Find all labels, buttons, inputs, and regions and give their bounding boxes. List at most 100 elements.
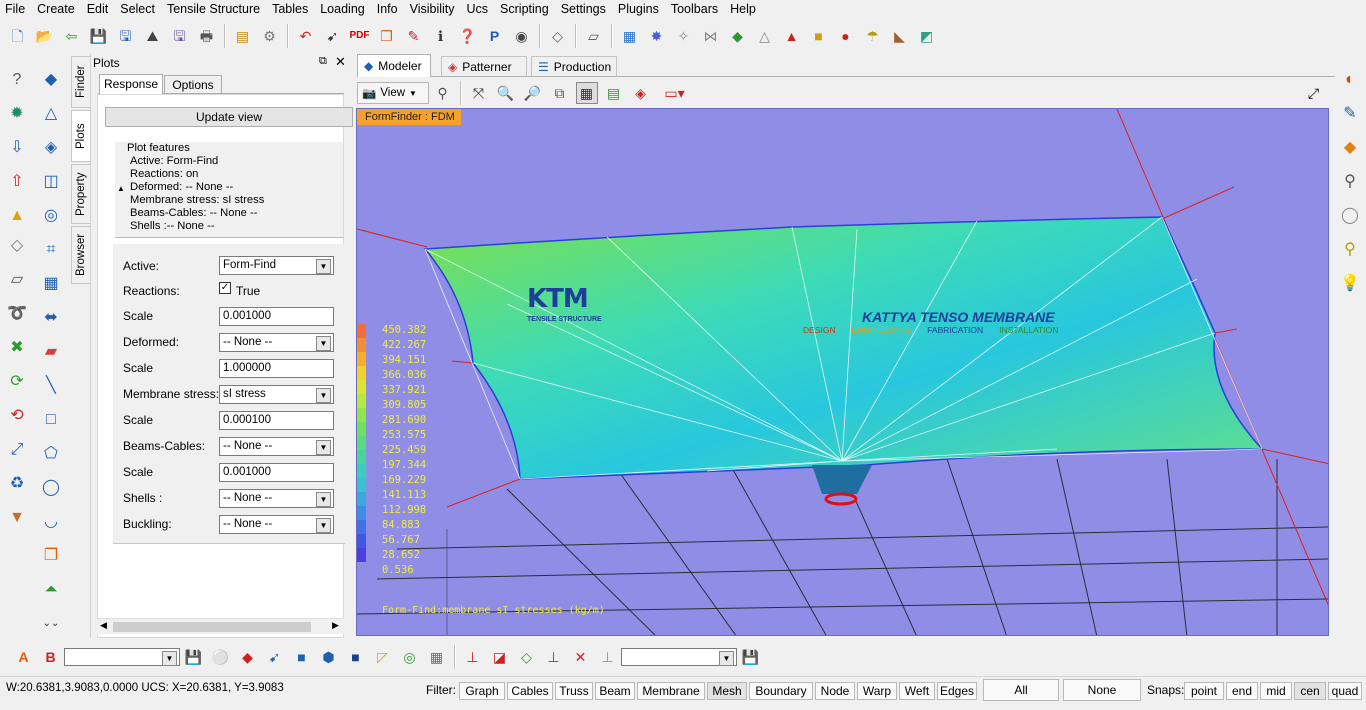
pdf-icon[interactable]: PDF	[349, 25, 371, 47]
filter-boundary[interactable]: Boundary	[749, 682, 813, 700]
slope-tool-icon[interactable]: ◸	[372, 646, 394, 668]
import-icon[interactable]: ⇦	[61, 25, 83, 47]
filter-none-button[interactable]: None	[1063, 679, 1141, 701]
scroll-left-icon[interactable]: ◀	[100, 620, 107, 631]
buckling-select[interactable]: -- None --	[219, 515, 334, 534]
menu-edit[interactable]: Edit	[81, 0, 115, 18]
gear-cluster-icon[interactable]: ✹	[4, 101, 30, 127]
arrow-up-icon[interactable]: ⇧	[4, 169, 30, 195]
measure-icon[interactable]: ▭▾	[657, 82, 693, 104]
brand-b-icon[interactable]: B	[40, 646, 62, 668]
grid-icon[interactable]: ▦	[38, 271, 64, 297]
deformed-select[interactable]: -- None --	[219, 333, 334, 352]
tab-browser[interactable]: Browser	[71, 226, 91, 284]
spheres-icon[interactable]: ⚪	[210, 646, 232, 668]
point-load-icon[interactable]: ●	[835, 25, 857, 47]
snap-cen[interactable]: cen	[1294, 682, 1326, 700]
update-view-button[interactable]: Update view	[105, 107, 353, 127]
export-icon[interactable]: ⛰	[142, 25, 164, 47]
filter-graph[interactable]: Graph	[459, 682, 505, 700]
red-panel-icon[interactable]: ▰	[38, 339, 64, 365]
question-icon[interactable]: ?	[4, 67, 30, 93]
layer-icon[interactable]: ▱	[4, 267, 30, 293]
save-ucs-icon[interactable]: 💾	[740, 646, 762, 668]
arc-icon[interactable]: ◡	[38, 509, 64, 535]
diamond-icon[interactable]: ◈	[38, 135, 64, 161]
tab-plots[interactable]: Plots	[71, 110, 91, 162]
snap-mid[interactable]: mid	[1260, 682, 1292, 700]
menu-toolbars[interactable]: Toolbars	[665, 0, 724, 18]
brand-a-icon[interactable]: A	[13, 646, 35, 668]
filter-weft[interactable]: Weft	[899, 682, 935, 700]
cube-colors-icon[interactable]: ◆	[237, 646, 259, 668]
cluster-icon[interactable]: ✸	[646, 25, 668, 47]
save-icon[interactable]: 💾	[88, 25, 110, 47]
axes-icon[interactable]: ⊥	[462, 646, 484, 668]
slope-icon[interactable]: ◣	[889, 25, 911, 47]
blocks-icon[interactable]: ▦	[619, 25, 641, 47]
float-panel-icon[interactable]: ⧉	[319, 55, 327, 68]
arrow-tool-icon[interactable]: ➹	[264, 646, 286, 668]
camera-icon[interactable]: ◉	[511, 25, 533, 47]
eraser-icon[interactable]: ✎	[403, 25, 425, 47]
light-icon[interactable]: ⚲	[1337, 237, 1363, 263]
open-folder-icon[interactable]: 📂	[34, 25, 56, 47]
collapse-arrow-icon[interactable]: ▲	[117, 184, 125, 193]
fit-view-icon[interactable]: ⤢	[1303, 82, 1325, 104]
screenshot-icon[interactable]: ⧉	[549, 82, 571, 104]
gold-panel-icon[interactable]: ■	[808, 25, 830, 47]
tools-icon[interactable]: ⚙	[259, 25, 281, 47]
zoom-window-icon[interactable]: 🔎	[522, 82, 544, 104]
view-dropdown[interactable]: 📷 View ▼	[357, 82, 429, 104]
pen-icon[interactable]: ✎	[1337, 101, 1363, 127]
warning-icon[interactable]: ▲	[4, 203, 30, 229]
ucs-select[interactable]	[621, 648, 737, 666]
eraser2-icon[interactable]: ◇	[4, 233, 30, 259]
filter-mesh[interactable]: Mesh	[707, 682, 747, 700]
filter-truss[interactable]: Truss	[555, 682, 593, 700]
grid-toggle-icon[interactable]: ▦	[575, 82, 598, 104]
filter-cables[interactable]: Cables	[507, 682, 553, 700]
snap-quad[interactable]: quad	[1328, 682, 1362, 700]
square-icon[interactable]: □	[38, 407, 64, 433]
tab-production[interactable]: ☰ Production	[531, 56, 617, 77]
target-icon[interactable]: ◎	[399, 646, 421, 668]
menu-settings[interactable]: Settings	[555, 0, 612, 18]
filter-warp[interactable]: Warp	[857, 682, 897, 700]
cross-icon[interactable]: ✖	[4, 335, 30, 361]
menu-ucs[interactable]: Ucs	[461, 0, 495, 18]
gradient-icon[interactable]: ◩	[916, 25, 938, 47]
filter-edges[interactable]: Edges	[937, 682, 977, 700]
table-icon[interactable]: ▤	[603, 82, 625, 104]
save-layer-icon[interactable]: 💾	[183, 646, 205, 668]
curve-icon[interactable]: ◫	[38, 169, 64, 195]
circle-icon[interactable]: ◯	[38, 475, 64, 501]
menu-help[interactable]: Help	[724, 0, 762, 18]
more-chevron-icon[interactable]: ⌄⌄	[38, 611, 64, 637]
arrow-down-icon[interactable]: ⇩	[4, 135, 30, 161]
dark-cube-icon[interactable]: ■	[345, 646, 367, 668]
zoom-icon[interactable]: 🔍	[495, 82, 517, 104]
tab-patterner[interactable]: ◈ Patterner	[441, 56, 527, 77]
cup-icon[interactable]: ▼	[4, 505, 30, 531]
undo-icon[interactable]: ↶	[295, 25, 317, 47]
spiral-icon[interactable]: ◎	[38, 203, 64, 229]
stack-icon[interactable]: ❐	[38, 543, 64, 569]
snap-end[interactable]: end	[1226, 682, 1258, 700]
link-icon[interactable]: ⤢	[4, 437, 30, 463]
clear-icon[interactable]: ▱	[583, 25, 605, 47]
bulb-icon[interactable]: 💡	[1337, 271, 1363, 297]
green-shape-icon[interactable]: ◆	[727, 25, 749, 47]
sail-icon[interactable]: ⋈	[700, 25, 722, 47]
scroll-thumb[interactable]	[113, 622, 311, 632]
red-tent-icon[interactable]: ▲	[781, 25, 803, 47]
deformed-scale-input[interactable]: 1.000000	[219, 359, 334, 378]
scroll-right-icon[interactable]: ▶	[332, 620, 339, 631]
help-icon[interactable]: ❓	[457, 25, 479, 47]
line-icon[interactable]: ╲	[38, 373, 64, 399]
eraser-tool-icon[interactable]: ◇	[547, 25, 569, 47]
save-copy-icon[interactable]: 🖫	[169, 25, 191, 47]
orbit-icon[interactable]: ⚲	[432, 82, 454, 104]
shells-select[interactable]: -- None --	[219, 489, 334, 508]
plane-xy-icon[interactable]: ◪	[489, 646, 511, 668]
